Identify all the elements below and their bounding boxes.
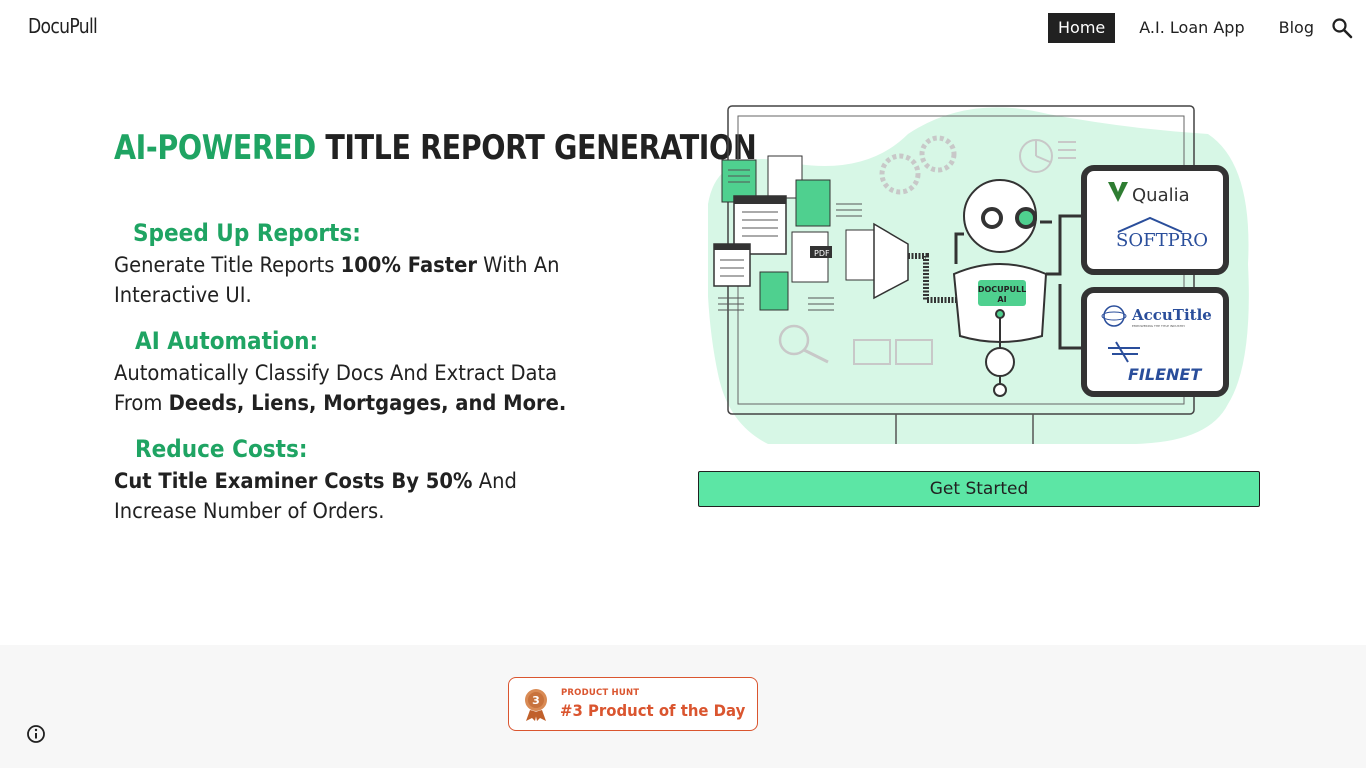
nav-blog[interactable]: Blog: [1269, 13, 1324, 43]
get-started-button[interactable]: Get Started: [698, 471, 1260, 507]
text-bold: 100% Faster: [340, 253, 477, 277]
nav-ai-loan-app[interactable]: A.I. Loan App: [1129, 13, 1254, 43]
page-title: AI-POWERED TITLE REPORT GENERATION: [114, 128, 757, 168]
partner-box-top: Qualia SOFTPRO: [1081, 165, 1229, 275]
pdf-label: PDF: [814, 249, 830, 258]
feature-heading-automation: AI Automation:: [135, 327, 319, 355]
partner-qualia: Qualia: [1132, 185, 1190, 206]
partner-accutitle-tagline: EMPOWERING THE TITLE INDUSTRY: [1132, 324, 1185, 328]
feature-text-costs: Cut Title Examiner Costs By 50% And Incr…: [114, 466, 598, 526]
medal-rank: 3: [532, 694, 540, 707]
feature-heading-costs: Reduce Costs:: [135, 435, 308, 463]
robot-label: AI: [997, 295, 1006, 304]
main-nav: Home A.I. Loan App Blog: [1048, 13, 1324, 43]
feature-text-automation: Automatically Classify Docs And Extract …: [114, 358, 598, 418]
partner-accutitle: AccuTitle: [1131, 306, 1212, 324]
nav-home[interactable]: Home: [1048, 13, 1116, 43]
partner-softpro: SOFTPRO: [1116, 230, 1208, 251]
site-logo[interactable]: DocuPull: [28, 14, 98, 38]
text-bold: Deeds, Liens, Mortgages, and More.: [168, 391, 567, 415]
partner-box-bottom: AccuTitle EMPOWERING THE TITLE INDUSTRY …: [1081, 287, 1229, 397]
product-hunt-badge[interactable]: 3 PRODUCT HUNT #3 Product of the Day: [508, 677, 758, 731]
robot-label: DOCUPULL: [978, 285, 1026, 294]
badge-caption: PRODUCT HUNT: [561, 688, 640, 698]
hero-illustration: PDF DOCUPULL AI Qualia SOFTPRO AccuTitle…: [708, 105, 1249, 444]
title-rest: TITLE REPORT GENERATION: [315, 128, 757, 168]
badge-title: #3 Product of the Day: [560, 701, 746, 720]
text-part: Generate Title Reports: [114, 253, 341, 277]
feature-heading-speed: Speed Up Reports:: [133, 219, 361, 247]
info-icon[interactable]: [25, 723, 47, 745]
feature-text-speed: Generate Title Reports 100% Faster With …: [114, 250, 598, 310]
medal-icon: 3: [525, 689, 547, 721]
site-header: DocuPull Home A.I. Loan App Blog: [0, 0, 1366, 56]
text-bold: Cut Title Examiner Costs By 50%: [114, 469, 473, 493]
search-icon[interactable]: [1330, 16, 1354, 40]
title-accent: AI-POWERED: [114, 128, 316, 168]
partner-filenet: FILENET: [1128, 365, 1202, 384]
